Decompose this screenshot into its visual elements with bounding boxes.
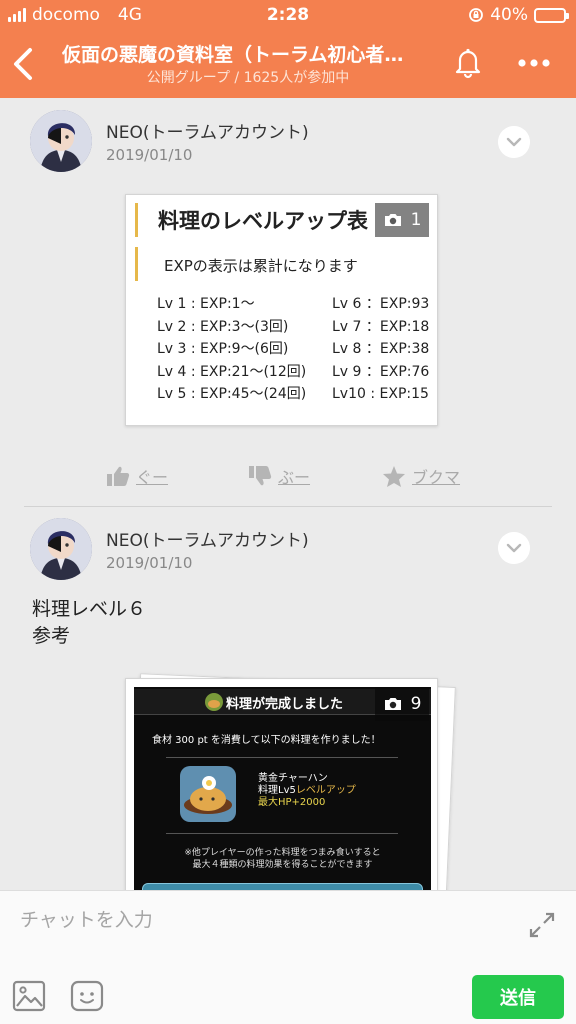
good-button[interactable]: ぐー [106,464,168,488]
more-options-icon[interactable] [512,48,556,78]
footer-line: ※他プレイヤーの作った料理をつまみ食いすると [184,848,381,858]
post-image[interactable]: 料理のレベルアップ表 EXPの表示は累計になります Lv 1 : EXP:1〜 … [125,194,438,426]
level-row: Lv 7 ：EXP:18 [332,318,430,335]
avatar-image [30,518,92,580]
bad-button[interactable]: ぶー [248,464,310,488]
image-heading: 料理のレベルアップ表 [158,209,368,233]
image-icon[interactable] [12,979,46,1013]
post-date: 2019/01/10 [106,554,193,572]
photo-count: 1 [410,210,422,230]
level-row: Lv 3 : EXP:9〜(6回) [157,341,289,357]
avatar[interactable] [30,110,92,172]
post-text-line: 料理レベル６ [32,598,147,620]
cook-description: 食材 300 pt を消費して以下の料理を作りました！ [152,735,381,746]
good-label: ぐー [136,468,169,487]
accent-bar [135,247,138,281]
level-row: Lv 5 : EXP:45〜(24回) [157,386,307,402]
expand-icon[interactable] [526,909,558,941]
chevron-down-icon[interactable] [498,126,530,158]
post-text-line: 参考 [32,625,71,647]
chat-input[interactable] [20,905,500,935]
post: NEO(トーラムアカウント) 2019/01/10 料理のレベルアップ表 EXP… [0,98,576,518]
divider-line [166,833,398,834]
dish-level-prefix: 料理Lv5 [258,785,296,796]
banner-text: 料理が完成しました [226,697,344,712]
camera-icon [384,698,401,710]
level-row: Lv 9 ：EXP:76 [332,363,430,380]
bookmark-button[interactable]: ブクマ [382,464,460,488]
thumbs-down-icon [249,466,272,486]
divider-line [166,757,398,758]
avatar[interactable] [30,518,92,580]
photo-count-badge: 1 [375,203,429,237]
star-icon [383,465,405,487]
stamp-icon[interactable] [70,979,104,1013]
bad-label: ぶー [278,468,311,487]
game-button [142,883,423,890]
level-row: Lv 8 ：EXP:38 [332,341,430,357]
back-icon[interactable] [8,42,40,86]
food-icon [205,693,223,711]
dish-effect: 最大HP+2000 [258,797,326,808]
bell-icon[interactable] [450,44,486,80]
send-button[interactable]: 送信 [472,975,564,1019]
image-note: EXPの表示は累計になります [164,257,358,275]
post-divider [24,506,552,507]
battery-icon [534,7,569,23]
group-title[interactable]: 仮面の悪魔の資料室（トーラム初心者… [62,40,434,67]
dish-info: 黄金チャーハン 料理Lv5レベルアップ 最大HP+2000 [258,773,356,809]
post-image[interactable]: 料理が完成しました 食材 300 pt を消費して以下の料理を作りました！ 黄金… [125,678,438,890]
thumbs-up-icon [107,466,130,486]
post-text: 料理レベル６ 参考 [32,596,146,650]
level-row: Lv 4 : EXP:21〜(12回) [157,363,307,380]
accent-bar [135,203,138,237]
battery-percent: 40% [490,5,528,25]
level-row: Lv10 : EXP:15 [332,386,429,402]
level-column-right: Lv 6 ：EXP:93 Lv 7 ：EXP:18 Lv 8 ：EXP:38 L… [332,293,432,406]
post-actions: ぐー ぶー ブクマ [0,460,576,496]
group-subtitle: 公開グループ / 1625人が参加中 [146,70,350,86]
footer-line: 最大４種類の料理効果を得ることができます [192,860,373,870]
post-feed[interactable]: NEO(トーラムアカウント) 2019/01/10 料理のレベルアップ表 EXP… [0,98,576,890]
chevron-down-icon[interactable] [498,532,530,564]
app-header: docomo 4G 2:28 40% 仮面の悪魔の資料室（トーラム初心者… 公開… [0,0,576,98]
dish-icon [180,766,236,822]
camera-icon [384,214,401,226]
post: NEO(トーラムアカウント) 2019/01/10 料理レベル６ 参考 料理が完… [0,508,576,890]
photo-count: 9 [410,694,422,714]
author-name[interactable]: NEO(トーラムアカウント) [106,118,309,143]
dish-level-suffix: レベルアップ [295,785,356,796]
chat-bar: 送信 [0,890,576,1024]
post-date: 2019/01/10 [106,146,193,164]
footer-note: ※他プレイヤーの作った料理をつまみ食いすると 最大４種類の料理効果を得ることがで… [134,847,431,871]
bookmark-label: ブクマ [412,468,461,487]
avatar-image [30,110,92,172]
author-name[interactable]: NEO(トーラムアカウント) [106,526,309,551]
level-column-left: Lv 1 : EXP:1〜 Lv 2 : EXP:3〜(3回) Lv 3 : E… [157,293,306,406]
dish-name: 黄金チャーハン [258,773,328,784]
orientation-lock-icon [469,8,484,22]
level-row: Lv 2 : EXP:3〜(3回) [157,318,289,335]
photo-count-badge: 9 [375,687,429,721]
status-bar: docomo 4G 2:28 40% [0,0,576,30]
level-row: Lv 6 ：EXP:93 [332,296,430,312]
level-row: Lv 1 : EXP:1〜 [157,296,255,312]
